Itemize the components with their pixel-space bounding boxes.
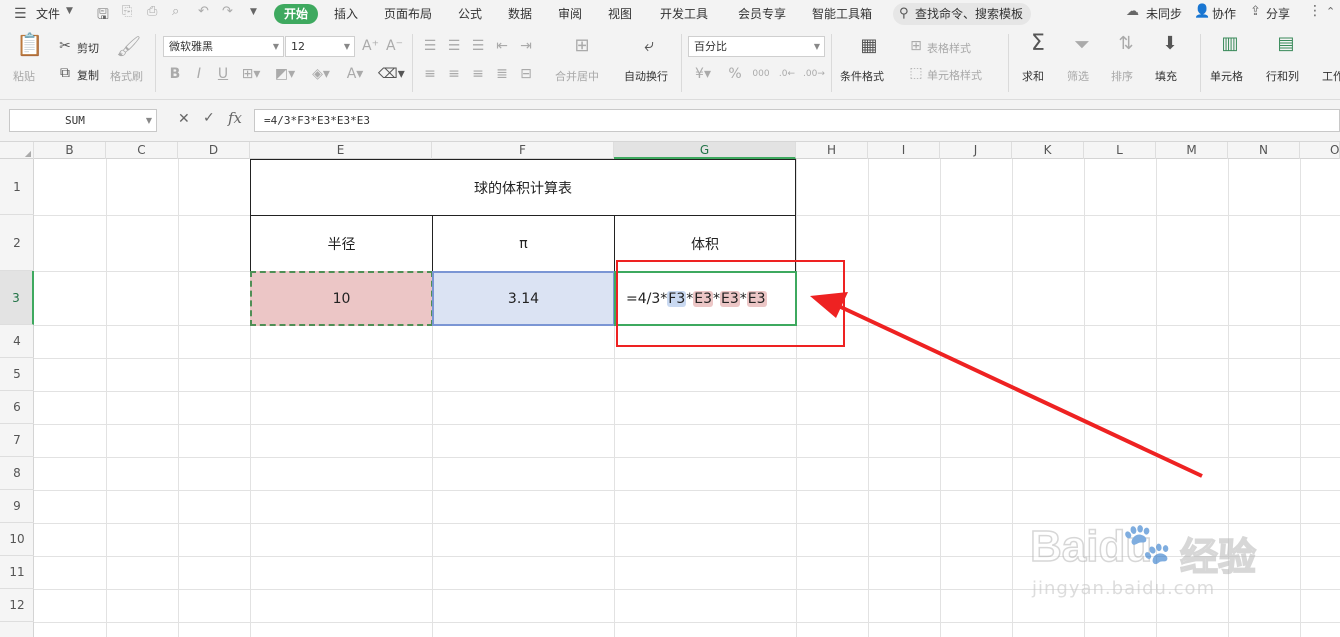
watermark-brand-cn: 经验	[1179, 534, 1257, 580]
watermark-url: jingyan.baidu.com	[1032, 578, 1216, 599]
annotation-arrow-head	[810, 292, 848, 318]
annotation-arrow-line	[829, 300, 1203, 478]
watermark: Baidu 🐾 经验 jingyan.baidu.com	[1029, 521, 1280, 612]
paw-icon: 🐾	[1122, 521, 1172, 567]
